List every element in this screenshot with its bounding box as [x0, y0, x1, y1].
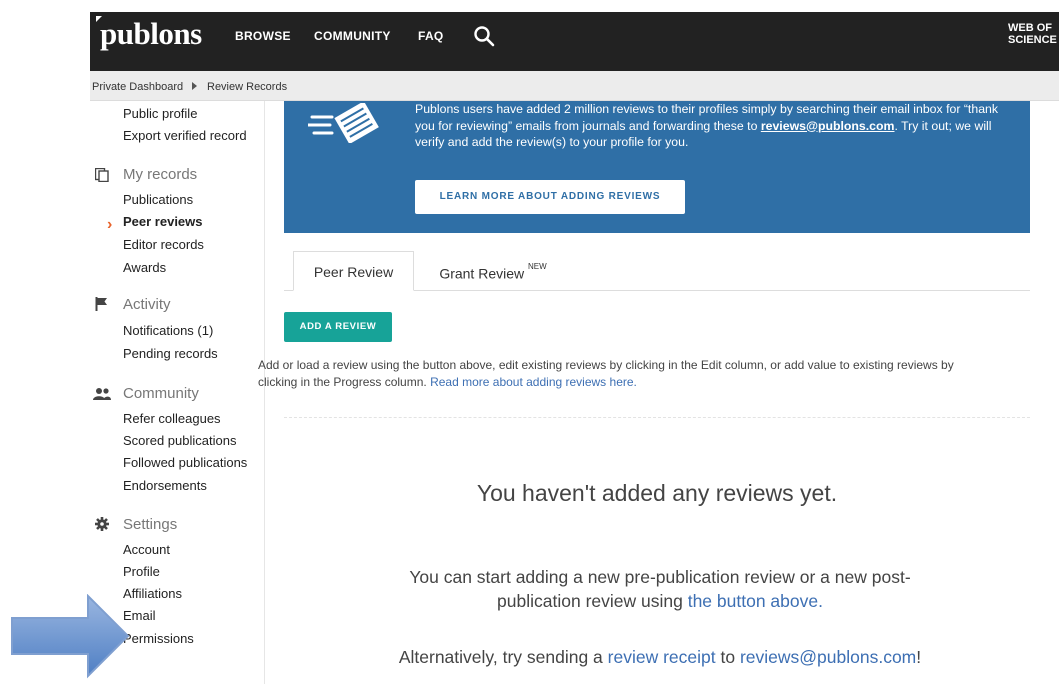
- tab-grant-review-label: Grant Review: [439, 265, 525, 282]
- records-icon: [95, 168, 109, 182]
- empty-state-line-2: publication review using the button abov…: [330, 589, 990, 613]
- sidebar-item-profile[interactable]: Profile: [123, 564, 160, 579]
- sidebar-heading-settings: Settings: [123, 516, 178, 533]
- people-icon: [93, 388, 111, 400]
- breadcrumb-separator-icon: [192, 82, 197, 90]
- envelopes-icon: [308, 103, 379, 143]
- chevron-right-icon: ›: [107, 216, 113, 233]
- nav-browse[interactable]: BROWSE: [235, 29, 291, 43]
- breadcrumb: Private Dashboard Review Records: [90, 71, 1059, 101]
- sidebar-item-awards[interactable]: Awards: [123, 260, 166, 275]
- sidebar-item-publications[interactable]: Publications: [123, 192, 193, 207]
- gear-icon: [95, 517, 109, 531]
- search-icon[interactable]: [473, 25, 495, 47]
- wos-line-1: WEB OF: [1008, 22, 1052, 34]
- banner-text: Publons users have added 2 million revie…: [415, 101, 1005, 151]
- publons-logo[interactable]: publons: [100, 16, 202, 52]
- empty-line3-end: !: [916, 647, 922, 667]
- review-receipt-link[interactable]: review receipt: [608, 647, 716, 667]
- nav-community[interactable]: COMMUNITY: [314, 29, 391, 43]
- nav-faq[interactable]: FAQ: [418, 29, 444, 43]
- sidebar-item-account[interactable]: Account: [123, 542, 170, 557]
- empty-state-line-3: Alternatively, try sending a review rece…: [330, 645, 990, 669]
- button-above-link[interactable]: the button above.: [688, 591, 823, 611]
- sidebar-item-endorsements[interactable]: Endorsements: [123, 478, 207, 493]
- tab-grant-review[interactable]: Grant Review NEW: [423, 251, 563, 291]
- empty-line2-text: publication review using: [497, 591, 688, 611]
- add-reviews-banner: Publons users have added 2 million revie…: [284, 101, 1030, 233]
- empty-line3-mid: to: [715, 647, 740, 667]
- sidebar-item-permissions[interactable]: Permissions: [123, 631, 194, 646]
- sidebar-heading-activity: Activity: [123, 296, 171, 313]
- sidebar-heading-community: Community: [123, 385, 199, 402]
- top-nav-bar: publons BROWSE COMMUNITY FAQ WEB OF SCIE…: [90, 12, 1059, 71]
- empty-line3-text: Alternatively, try sending a: [398, 647, 608, 667]
- new-badge: NEW: [528, 262, 547, 271]
- help-text: Add or load a review using the button ab…: [258, 357, 958, 390]
- annotation-arrow-icon: [11, 594, 130, 679]
- sidebar-item-followed-publications[interactable]: Followed publications: [123, 455, 247, 470]
- sidebar-item-peer-reviews[interactable]: Peer reviews: [123, 214, 203, 229]
- breadcrumb-review-records: Review Records: [207, 81, 288, 93]
- sidebar-item-pending-records[interactable]: Pending records: [123, 346, 218, 361]
- sidebar-item-affiliations[interactable]: Affiliations: [123, 586, 182, 601]
- sidebar-item-export-verified-record[interactable]: Export verified record: [123, 128, 247, 143]
- sidebar-item-public-profile[interactable]: Public profile: [123, 106, 197, 121]
- banner-email-link[interactable]: reviews@publons.com: [761, 119, 895, 133]
- sidebar-heading-my-records: My records: [123, 166, 198, 183]
- tab-peer-review[interactable]: Peer Review: [293, 251, 414, 291]
- sidebar-item-scored-publications[interactable]: Scored publications: [123, 433, 236, 448]
- learn-more-button[interactable]: LEARN MORE ABOUT ADDING REVIEWS: [415, 180, 685, 214]
- sidebar-item-refer-colleagues[interactable]: Refer colleagues: [123, 411, 221, 426]
- sidebar-item-editor-records[interactable]: Editor records: [123, 237, 204, 252]
- empty-state-line-1: You can start adding a new pre-publicati…: [409, 567, 911, 587]
- add-review-button[interactable]: ADD A REVIEW: [284, 312, 392, 342]
- reviews-email-link[interactable]: reviews@publons.com: [740, 647, 916, 667]
- empty-state-title: You haven't added any reviews yet.: [476, 480, 838, 506]
- sidebar-divider: [264, 101, 265, 684]
- read-more-link[interactable]: Read more about adding reviews here.: [430, 375, 637, 389]
- section-divider: [284, 417, 1030, 418]
- breadcrumb-private-dashboard[interactable]: Private Dashboard: [92, 81, 183, 93]
- sidebar-item-notifications[interactable]: Notifications (1): [123, 323, 213, 338]
- web-of-science-link[interactable]: WEB OF SCIENCE: [1008, 22, 1057, 46]
- flag-icon: [95, 297, 107, 311]
- wos-line-2: SCIENCE: [1008, 34, 1057, 46]
